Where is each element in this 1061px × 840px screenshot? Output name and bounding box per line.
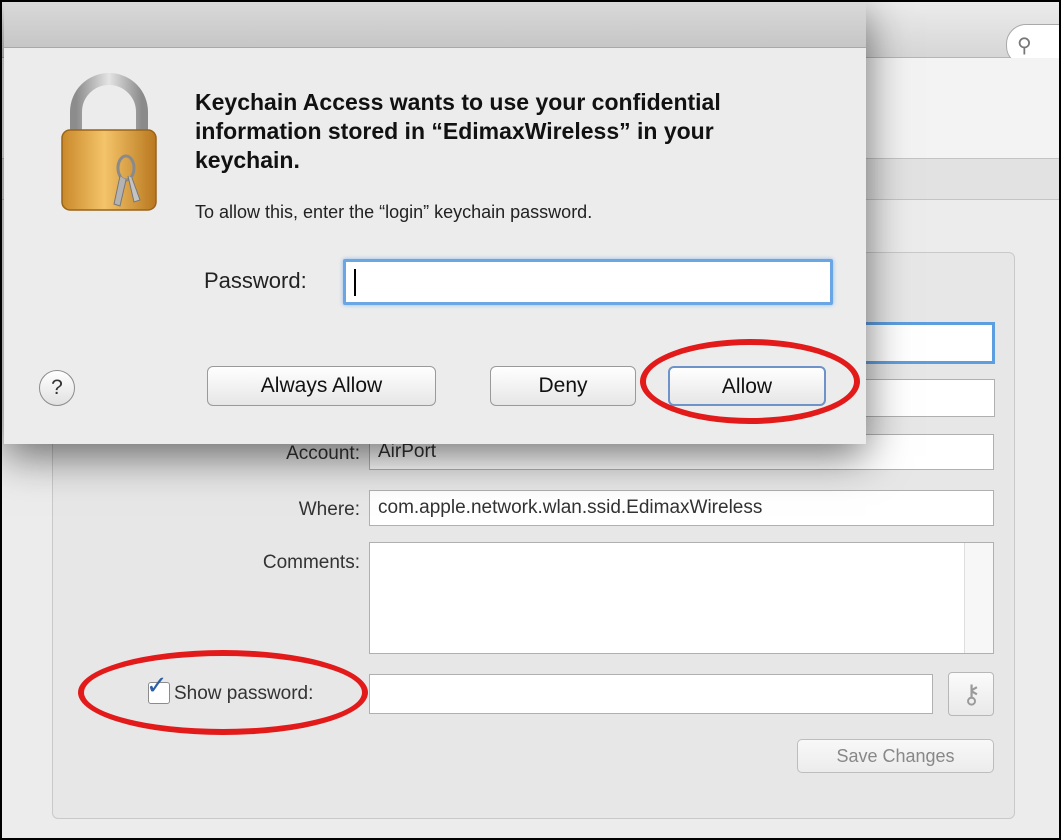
lock-icon bbox=[61, 73, 157, 211]
name-field[interactable] bbox=[862, 322, 995, 364]
comments-field[interactable] bbox=[369, 542, 994, 654]
deny-button[interactable]: Deny bbox=[490, 366, 636, 406]
save-changes-button[interactable]: Save Changes bbox=[797, 739, 994, 773]
password-assistant-button[interactable]: ⚷ bbox=[948, 672, 994, 716]
key-icon: ⚷ bbox=[962, 679, 982, 709]
where-field[interactable]: com.apple.network.wlan.ssid.EdimaxWirele… bbox=[369, 490, 994, 526]
account-label: Account: bbox=[286, 443, 360, 464]
kind-field[interactable] bbox=[862, 379, 995, 417]
dialog-titlebar bbox=[4, 2, 866, 48]
search-icon: ⚲ bbox=[1017, 35, 1032, 57]
password-display-field[interactable] bbox=[369, 674, 933, 714]
dialog-message-title: Keychain Access wants to use your confid… bbox=[195, 89, 721, 173]
where-label: Where: bbox=[298, 499, 360, 520]
always-allow-button[interactable]: Always Allow bbox=[207, 366, 436, 406]
comments-label: Comments: bbox=[262, 552, 360, 573]
dialog-message-subtitle: To allow this, enter the “login” keychai… bbox=[195, 202, 593, 222]
allow-highlight-ellipse bbox=[640, 339, 860, 424]
comments-scrollbar[interactable] bbox=[964, 543, 993, 653]
screenshot-frame: ⚲ Account: AirPort Where: com.apple.netw… bbox=[0, 0, 1061, 840]
password-label: Password: bbox=[204, 268, 307, 293]
text-caret bbox=[354, 269, 356, 296]
help-button[interactable]: ? bbox=[39, 370, 75, 406]
password-input[interactable] bbox=[343, 259, 833, 305]
show-password-highlight-ellipse bbox=[78, 650, 368, 735]
